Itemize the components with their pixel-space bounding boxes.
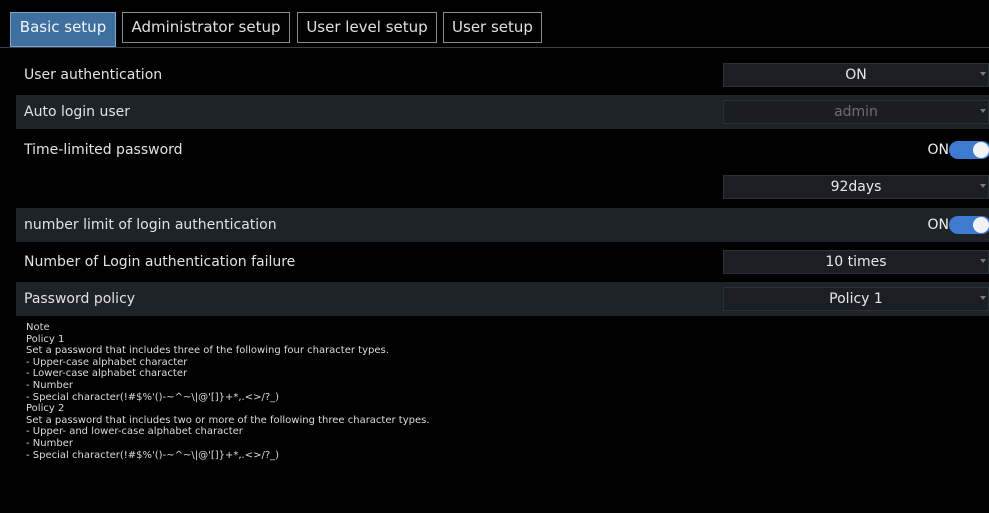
login-limit-toggle[interactable] <box>949 216 989 234</box>
password-policy-label: Password policy <box>24 291 136 307</box>
toggle-knob <box>973 217 989 233</box>
chevron-down-icon <box>980 259 986 263</box>
tab-administrator-setup[interactable]: Administrator setup <box>122 12 290 43</box>
time-limited-password-label: Time-limited password <box>24 142 183 158</box>
password-period-select[interactable]: 92days <box>723 175 989 199</box>
settings-page: Basic setup Administrator setup User lev… <box>0 0 989 513</box>
tab-bar: Basic setup Administrator setup User lev… <box>0 0 989 48</box>
time-limited-password-toggle[interactable] <box>949 141 989 159</box>
login-failure-label: Number of Login authentication failure <box>24 254 296 270</box>
note-line: - Number <box>26 379 73 391</box>
user-authentication-select[interactable]: ON <box>723 63 989 87</box>
login-failure-select[interactable]: 10 times <box>723 250 989 274</box>
user-authentication-label: User authentication <box>24 67 163 83</box>
row-time-limited-password: Time-limited password ON <box>16 133 989 167</box>
login-failure-value: 10 times <box>825 254 887 270</box>
row-password-policy: Password policy Policy 1 <box>16 282 989 316</box>
note-line: - Special character(!#$%'()-~^~\|@'[]}+*… <box>26 449 280 461</box>
note-line: Policy 2 <box>26 403 65 415</box>
row-auto-login-user: Auto login user admin <box>16 95 989 129</box>
row-login-limit: number limit of login authentication ON <box>16 208 989 242</box>
note-line: - Upper-case alphabet character <box>26 356 188 368</box>
note-line: Policy 1 <box>26 333 65 345</box>
chevron-down-icon <box>980 72 986 76</box>
note-line: Note <box>26 322 50 333</box>
time-limited-password-toggle-text: ON <box>927 142 950 158</box>
row-password-period: 92days <box>16 170 989 204</box>
password-policy-value: Policy 1 <box>829 291 883 307</box>
chevron-down-icon <box>980 109 986 113</box>
login-limit-toggle-text: ON <box>927 217 950 233</box>
password-policy-note: Note Policy 1 Set a password that includ… <box>26 322 966 461</box>
note-line: - Special character(!#$%'()-~^~\|@'[]}+*… <box>26 391 280 403</box>
tab-user-level-setup[interactable]: User level setup <box>297 12 437 43</box>
chevron-down-icon <box>980 296 986 300</box>
chevron-down-icon <box>980 184 986 188</box>
note-line: Set a password that includes two or more… <box>26 414 430 426</box>
auto-login-user-select[interactable]: admin <box>723 100 989 124</box>
password-policy-select[interactable]: Policy 1 <box>723 287 989 311</box>
auto-login-user-label: Auto login user <box>24 104 131 120</box>
user-authentication-value: ON <box>845 67 867 83</box>
password-period-value: 92days <box>830 179 882 195</box>
note-line: - Number <box>26 437 73 449</box>
row-login-failure: Number of Login authentication failure 1… <box>16 245 989 279</box>
toggle-knob <box>973 142 989 158</box>
note-line: - Lower-case alphabet character <box>26 368 188 380</box>
row-user-authentication: User authentication ON <box>16 58 989 92</box>
note-line: - Upper- and lower-case alphabet charact… <box>26 426 243 438</box>
tab-basic-setup[interactable]: Basic setup <box>10 12 116 47</box>
auto-login-user-value: admin <box>834 104 878 120</box>
tab-user-setup[interactable]: User setup <box>443 12 542 43</box>
note-line: Set a password that includes three of th… <box>26 345 389 357</box>
login-limit-label: number limit of login authentication <box>24 217 277 233</box>
